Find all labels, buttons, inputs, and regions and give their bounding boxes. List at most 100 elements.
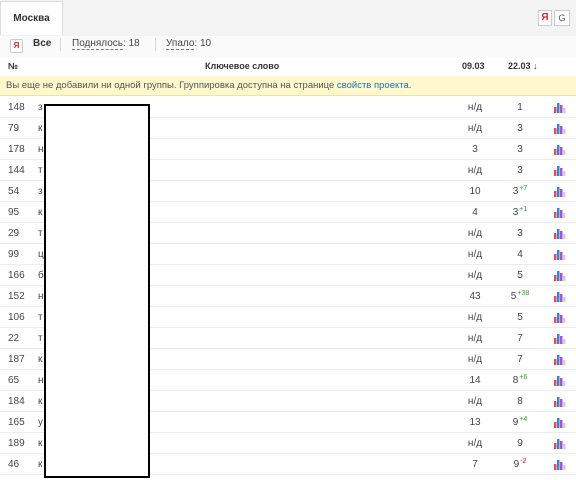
google-engine-button[interactable]: G <box>554 10 570 26</box>
row-position-date1: н/д <box>467 354 483 365</box>
row-position-value: 5 <box>517 270 523 281</box>
row-position-value: 9 <box>512 417 519 428</box>
column-header-keyword[interactable]: Ключевое слово <box>205 61 279 71</box>
row-id: 54 <box>8 186 20 197</box>
bar-chart-icon[interactable] <box>554 164 566 176</box>
row-keyword: з <box>38 102 43 113</box>
yandex-engine-button[interactable]: Я <box>538 10 552 26</box>
top-bar: Москва Я G <box>0 0 576 37</box>
filter-up-label[interactable]: Поднялось <box>72 38 124 50</box>
row-keyword: ц <box>38 249 44 260</box>
column-header-date2[interactable]: 22.03 ↓ <box>508 61 538 71</box>
row-position-value: 9 <box>513 459 520 470</box>
row-position-date2: 1 <box>497 102 543 113</box>
row-position-date2: 3 <box>497 144 543 155</box>
bar-chart-icon[interactable] <box>554 185 566 197</box>
row-keyword: з <box>38 186 43 197</box>
row-position-date1: н/д <box>467 312 483 323</box>
bar-chart-icon[interactable] <box>554 374 566 386</box>
bar-chart-icon[interactable] <box>554 395 566 407</box>
column-header-date1[interactable]: 09.03 <box>462 61 485 71</box>
row-position-value: 7 <box>517 354 523 365</box>
bar-chart-icon[interactable] <box>554 290 566 302</box>
row-id: 144 <box>8 165 25 176</box>
row-id: 189 <box>8 438 25 449</box>
bar-chart-icon[interactable] <box>554 206 566 218</box>
row-id: 148 <box>8 102 25 113</box>
row-id: 99 <box>8 249 20 260</box>
column-header-num[interactable]: № <box>8 61 18 71</box>
bar-chart-icon[interactable] <box>554 437 566 449</box>
row-position-date1: н/д <box>467 228 483 239</box>
tab-region[interactable]: Москва <box>0 1 63 35</box>
row-keyword: т <box>38 228 43 239</box>
row-position-date1: 4 <box>472 207 478 218</box>
row-position-date2: 9+4 <box>497 416 543 428</box>
row-keyword: к <box>38 207 43 218</box>
row-position-date2: 9 <box>497 438 543 449</box>
row-id: 46 <box>8 459 20 470</box>
row-position-value: 8 <box>517 396 523 407</box>
filter-up[interactable]: Поднялось: 18 <box>72 38 140 50</box>
row-position-date1: н/д <box>467 165 483 176</box>
row-position-value: 4 <box>517 249 523 260</box>
filter-down[interactable]: Упало: 10 <box>166 38 212 50</box>
row-position-date1: 13 <box>469 417 481 428</box>
row-position-date2: 8+6 <box>497 374 543 386</box>
row-id: 79 <box>8 123 20 134</box>
row-keyword: к <box>38 459 43 470</box>
row-id: 95 <box>8 207 20 218</box>
filter-all[interactable]: Все <box>33 38 51 49</box>
bar-chart-icon[interactable] <box>554 248 566 260</box>
row-position-date2: 7 <box>497 333 543 344</box>
filter-bar: Я Все Поднялось: 18 Упало: 10 <box>0 36 576 59</box>
bar-chart-icon[interactable] <box>554 143 566 155</box>
row-position-date2: 3 <box>497 123 543 134</box>
row-position-date2: 3+7 <box>497 185 543 197</box>
bar-chart-icon[interactable] <box>554 311 566 323</box>
table-header: № Ключевое слово 09.03 22.03 ↓ <box>0 58 576 77</box>
filter-down-label[interactable]: Упало <box>166 38 195 50</box>
row-id: 106 <box>8 312 25 323</box>
row-keyword: у <box>38 417 43 428</box>
bar-chart-icon[interactable] <box>554 101 566 113</box>
bar-chart-icon[interactable] <box>554 227 566 239</box>
bar-chart-icon[interactable] <box>554 122 566 134</box>
row-position-value: 3 <box>512 186 519 197</box>
row-position-date2: 9-2 <box>497 458 543 470</box>
row-delta: +6 <box>519 374 528 381</box>
filter-up-count: : 18 <box>123 38 140 49</box>
row-position-value: 3 <box>517 144 523 155</box>
notice-end: . <box>408 80 412 91</box>
row-position-date2: 4 <box>497 249 543 260</box>
row-position-value: 3 <box>517 165 523 176</box>
row-delta: +4 <box>519 416 528 423</box>
row-position-date2: 3 <box>497 228 543 239</box>
bar-chart-icon[interactable] <box>554 458 566 470</box>
row-position-value: 7 <box>517 333 523 344</box>
bar-chart-icon[interactable] <box>554 269 566 281</box>
project-settings-link[interactable]: свойств проекта <box>337 80 409 91</box>
row-delta: -2 <box>520 458 527 465</box>
row-position-date1: н/д <box>467 102 483 113</box>
divider <box>155 38 156 51</box>
row-position-date1: н/д <box>467 270 483 281</box>
row-position-value: 3 <box>517 228 523 239</box>
bar-chart-icon[interactable] <box>554 416 566 428</box>
row-position-value: 1 <box>517 102 523 113</box>
row-position-date1: 14 <box>469 375 481 386</box>
row-position-date1: 3 <box>472 144 478 155</box>
row-id: 22 <box>8 333 20 344</box>
row-position-date1: н/д <box>467 333 483 344</box>
row-position-value: 5 <box>510 291 517 302</box>
filter-down-count: : 10 <box>194 38 212 49</box>
row-position-date1: н/д <box>467 249 483 260</box>
row-id: 165 <box>8 417 25 428</box>
row-delta: +7 <box>519 185 528 192</box>
bar-chart-icon[interactable] <box>554 353 566 365</box>
row-position-date1: 43 <box>469 291 481 302</box>
bar-chart-icon[interactable] <box>554 332 566 344</box>
row-id: 152 <box>8 291 25 302</box>
row-keyword: б <box>38 270 44 281</box>
row-position-date2: 8 <box>497 396 543 407</box>
